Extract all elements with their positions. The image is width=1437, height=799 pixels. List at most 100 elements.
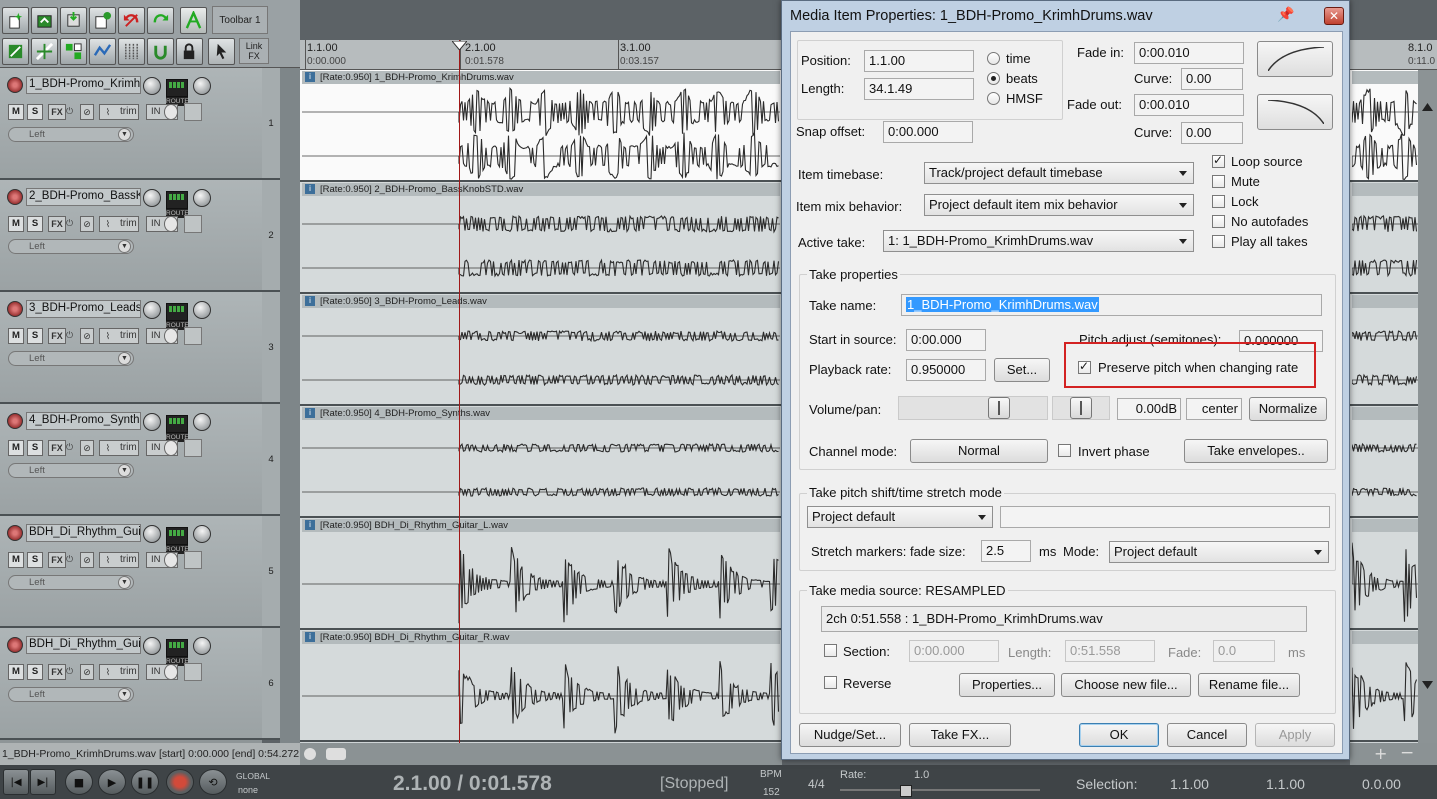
media-item-header[interactable]: i [Rate:0.950] 3_BDH-Promo_Leads.wav bbox=[302, 295, 780, 308]
item-info-icon[interactable]: i bbox=[305, 408, 315, 418]
selection-end[interactable]: 1.1.00 bbox=[1266, 776, 1305, 792]
media-item-continuation[interactable] bbox=[1350, 406, 1420, 518]
playback-rate-field[interactable]: 0.950000 bbox=[906, 359, 986, 381]
pan-mode-field[interactable]: Left bbox=[8, 239, 134, 254]
fx-button[interactable]: FX bbox=[48, 552, 66, 568]
horizontal-scrollbar[interactable] bbox=[300, 743, 782, 765]
media-item-header[interactable]: i [Rate:0.950] 4_BDH-Promo_Synths.wav bbox=[302, 407, 780, 420]
pan-dropdown-icon[interactable]: ▼ bbox=[118, 240, 131, 253]
play-all-takes-checkbox[interactable] bbox=[1212, 235, 1225, 248]
radio-hmsf[interactable] bbox=[987, 92, 1000, 105]
pause-icon[interactable]: ❚❚ bbox=[131, 769, 159, 795]
position-field[interactable]: 1.1.00 bbox=[864, 50, 974, 72]
record-arm-icon[interactable] bbox=[7, 637, 23, 653]
lock-icon[interactable] bbox=[176, 38, 203, 65]
pan-knob[interactable] bbox=[189, 633, 215, 659]
start-in-source-field[interactable]: 0:00.000 bbox=[906, 329, 986, 351]
arrange-view[interactable]: i [Rate:0.950] 1_BDH-Promo_KrimhDrums.wav… bbox=[300, 70, 782, 743]
grid-snap-icon[interactable] bbox=[2, 38, 29, 65]
snap-offset-field[interactable]: 0:00.000 bbox=[883, 121, 973, 143]
fx-bypass-icon[interactable]: ⏻ bbox=[66, 106, 76, 118]
open-project-icon[interactable] bbox=[31, 7, 58, 34]
rate-slider[interactable] bbox=[840, 789, 1040, 791]
item-mix-select[interactable]: Project default item mix behavior bbox=[924, 194, 1194, 216]
repeat-icon[interactable]: ⟲ bbox=[199, 769, 227, 795]
lock-checkbox[interactable] bbox=[1212, 195, 1225, 208]
media-item-continuation[interactable] bbox=[1350, 182, 1420, 294]
loop-source-checkbox[interactable] bbox=[1212, 153, 1225, 168]
fx-bypass-icon[interactable]: ⏻ bbox=[66, 442, 76, 454]
pan-mode-field[interactable]: Left bbox=[8, 351, 134, 366]
volume-knob[interactable] bbox=[143, 189, 161, 207]
volume-db-field[interactable]: 0.00dB bbox=[1117, 398, 1181, 420]
active-take-select[interactable]: 1: 1_BDH-Promo_KrimhDrums.wav bbox=[883, 230, 1194, 252]
free-position-icon[interactable] bbox=[184, 439, 202, 457]
record-arm-icon[interactable] bbox=[7, 189, 23, 205]
mute-button[interactable]: M bbox=[8, 440, 24, 456]
transport-position[interactable]: 2.1.00 / 0:01.578 bbox=[393, 772, 552, 796]
envelope-icon[interactable]: ⌇ bbox=[100, 329, 116, 345]
pan-knob[interactable] bbox=[193, 77, 211, 95]
go-to-start-icon[interactable]: |◀ bbox=[3, 769, 29, 795]
media-item-header[interactable]: i [Rate:0.950] 1_BDH-Promo_KrimhDrums.wav bbox=[302, 71, 780, 84]
curve-in-field[interactable]: 0.00 bbox=[1181, 68, 1243, 90]
phase-icon[interactable]: ⊘ bbox=[80, 104, 94, 120]
fx-button[interactable]: FX bbox=[48, 216, 66, 232]
phase-icon[interactable]: ⊘ bbox=[80, 216, 94, 232]
media-item[interactable]: i [Rate:0.950] 1_BDH-Promo_KrimhDrums.wav bbox=[300, 70, 782, 182]
track-name[interactable]: 4_BDH-Promo_Synths bbox=[26, 412, 141, 430]
volume-knob[interactable] bbox=[143, 77, 161, 95]
item-timebase-select[interactable]: Track/project default timebase bbox=[924, 162, 1194, 184]
metronome-grid-icon[interactable] bbox=[118, 38, 145, 65]
mute-button[interactable]: M bbox=[8, 104, 24, 120]
volume-knob[interactable] bbox=[143, 301, 161, 319]
stretch-fade-field[interactable]: 2.5 bbox=[981, 540, 1031, 562]
envelope-link-icon[interactable] bbox=[89, 38, 116, 65]
radio-time[interactable] bbox=[987, 52, 1000, 65]
scroll-thumb[interactable] bbox=[326, 748, 346, 760]
solo-button[interactable]: S bbox=[27, 440, 43, 456]
project-settings-icon[interactable] bbox=[89, 7, 116, 34]
pan-knob[interactable] bbox=[189, 521, 215, 547]
track-name[interactable]: 2_BDH-Promo_BassKnobSTD bbox=[26, 188, 141, 206]
global-value[interactable]: none bbox=[238, 785, 258, 795]
media-item[interactable]: i [Rate:0.950] 3_BDH-Promo_Leads.wav bbox=[300, 294, 782, 406]
item-info-icon[interactable]: i bbox=[305, 520, 315, 530]
bpm-value[interactable]: 152 bbox=[763, 787, 780, 798]
fx-bypass-icon[interactable]: ⏻ bbox=[66, 218, 76, 230]
pan-knob[interactable] bbox=[193, 413, 211, 431]
playhead-marker-icon[interactable] bbox=[452, 41, 467, 50]
pan-mode-field[interactable]: Left bbox=[8, 463, 134, 478]
solo-button[interactable]: S bbox=[27, 664, 43, 680]
item-info-icon[interactable]: i bbox=[305, 632, 315, 642]
close-icon[interactable]: ✕ bbox=[1324, 7, 1344, 25]
track-header[interactable]: 4_BDH-Promo_Synths ROUTE M S FX ⏻ ⊘ trim ⌇ IN Left… bbox=[0, 404, 262, 516]
auto-crossfade-icon[interactable] bbox=[180, 7, 207, 34]
phase-icon[interactable]: ⊘ bbox=[80, 328, 94, 344]
media-item[interactable]: i [Rate:0.950] BDH_Di_Rhythm_Guitar_L.wav bbox=[300, 518, 782, 630]
record-arm-icon[interactable] bbox=[7, 301, 23, 317]
scroll-down-icon[interactable] bbox=[1422, 680, 1433, 690]
volume-knob[interactable] bbox=[143, 413, 161, 431]
nudge-set-button[interactable]: Nudge/Set... bbox=[799, 723, 901, 747]
link-fx-toggle[interactable]: Link FX bbox=[239, 38, 269, 64]
selection-length[interactable]: 0.0.00 bbox=[1362, 776, 1401, 792]
track-name[interactable]: BDH_Di_Rhythm_Guitar_R bbox=[26, 636, 141, 654]
cancel-button[interactable]: Cancel bbox=[1167, 723, 1247, 747]
item-info-icon[interactable]: i bbox=[305, 72, 315, 82]
section-checkbox[interactable] bbox=[824, 644, 837, 657]
pan-slider-thumb[interactable] bbox=[1070, 397, 1092, 419]
cursor-tool-icon[interactable] bbox=[208, 38, 235, 65]
pan-mode-field[interactable]: Left bbox=[8, 687, 134, 702]
zoom-in-icon[interactable]: + bbox=[1374, 744, 1387, 763]
timeline-ruler[interactable]: 1.1.00 0:00.000 2.1.00 0:01.578 3.1.00 0… bbox=[300, 40, 782, 70]
pan-mode-field[interactable]: Left bbox=[8, 127, 134, 142]
apply-button[interactable]: Apply bbox=[1255, 723, 1335, 747]
normalize-button[interactable]: Normalize bbox=[1249, 397, 1327, 421]
pan-dropdown-icon[interactable]: ▼ bbox=[118, 576, 131, 589]
stop-icon[interactable]: ■ bbox=[65, 769, 93, 795]
undo-icon[interactable] bbox=[118, 7, 145, 34]
fade-in-field[interactable]: 0:00.010 bbox=[1134, 42, 1244, 64]
curve-out-field[interactable]: 0.00 bbox=[1181, 122, 1243, 144]
free-position-icon[interactable] bbox=[184, 327, 202, 345]
